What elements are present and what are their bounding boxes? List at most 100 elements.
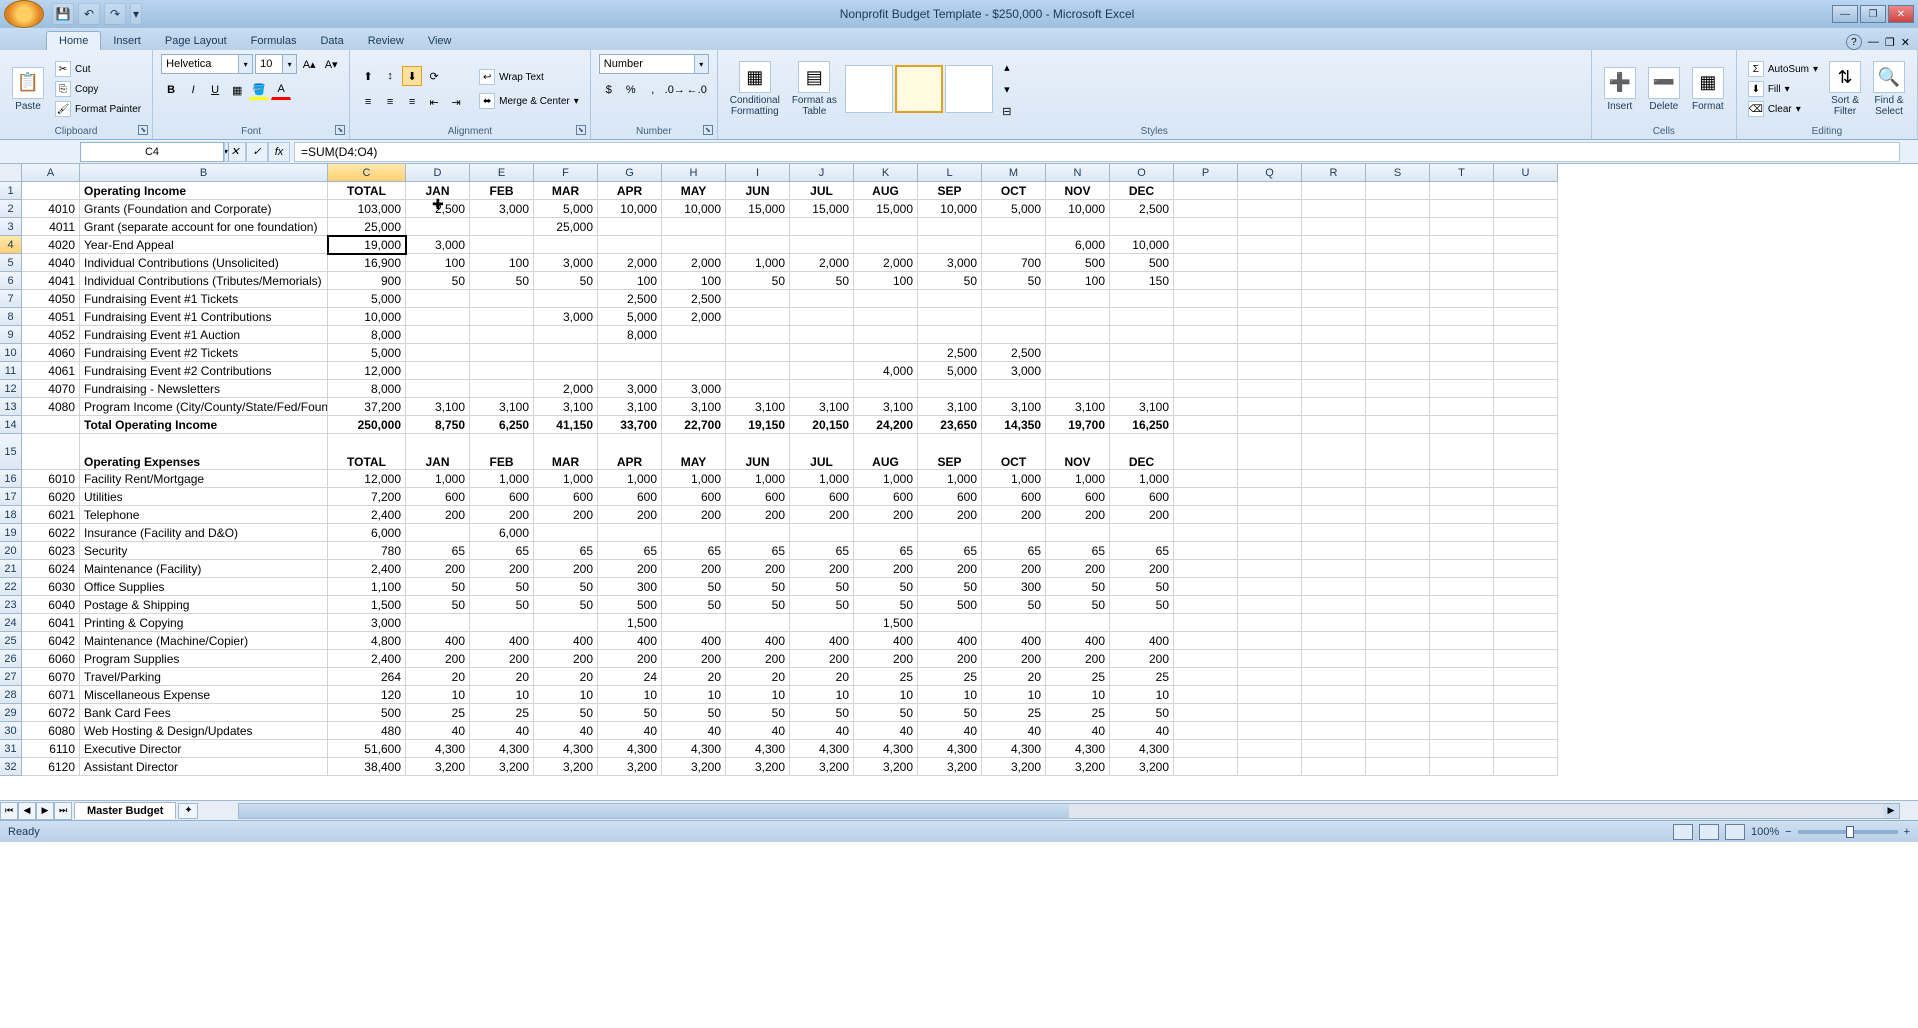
cell[interactable] — [854, 290, 918, 308]
cell[interactable] — [982, 380, 1046, 398]
cell[interactable]: 200 — [1046, 506, 1110, 524]
cell[interactable]: 3,000 — [328, 614, 406, 632]
cell[interactable]: 4,300 — [790, 740, 854, 758]
cell[interactable]: FEB — [470, 434, 534, 470]
cell[interactable] — [1302, 686, 1366, 704]
cell[interactable] — [1494, 434, 1558, 470]
scroll-right-icon[interactable]: ▶ — [1883, 804, 1899, 818]
cell[interactable] — [854, 524, 918, 542]
tab-review[interactable]: Review — [356, 32, 416, 50]
chevron-down-icon[interactable]: ▾ — [1785, 84, 1790, 95]
cell[interactable]: 25,000 — [328, 218, 406, 236]
cell[interactable]: 3,000 — [534, 308, 598, 326]
cell[interactable] — [726, 308, 790, 326]
row-header[interactable]: 9 — [0, 326, 22, 344]
cell[interactable] — [1174, 704, 1238, 722]
cell[interactable] — [1430, 506, 1494, 524]
cell[interactable]: 3,200 — [1046, 758, 1110, 776]
cell[interactable] — [1430, 686, 1494, 704]
cell[interactable]: 1,000 — [854, 470, 918, 488]
cell[interactable]: 500 — [328, 704, 406, 722]
cell[interactable] — [1366, 596, 1430, 614]
cell[interactable]: 200 — [982, 506, 1046, 524]
cell[interactable] — [1302, 506, 1366, 524]
cell[interactable] — [1238, 272, 1302, 290]
cell[interactable]: 2,000 — [790, 254, 854, 272]
cell[interactable]: 20 — [534, 668, 598, 686]
decrease-indent-icon[interactable]: ⇤ — [424, 92, 444, 112]
underline-button[interactable]: U — [205, 80, 225, 100]
cell[interactable]: 40 — [1046, 722, 1110, 740]
cell[interactable]: 200 — [534, 560, 598, 578]
column-header[interactable]: U — [1494, 164, 1558, 182]
row-header[interactable]: 23 — [0, 596, 22, 614]
cell[interactable]: 4,000 — [854, 362, 918, 380]
cell[interactable] — [1302, 488, 1366, 506]
cell[interactable] — [1302, 290, 1366, 308]
cell[interactable]: 100 — [598, 272, 662, 290]
cell[interactable]: MAY — [662, 182, 726, 200]
cell[interactable]: 7,200 — [328, 488, 406, 506]
cell[interactable] — [1110, 524, 1174, 542]
style-swatch[interactable] — [945, 65, 993, 113]
cell[interactable]: 4,300 — [854, 740, 918, 758]
cell[interactable]: 600 — [406, 488, 470, 506]
cell[interactable]: 51,600 — [328, 740, 406, 758]
cell[interactable] — [470, 362, 534, 380]
cell[interactable]: Executive Director — [80, 740, 328, 758]
cell[interactable]: 4,300 — [726, 740, 790, 758]
cell[interactable] — [1046, 362, 1110, 380]
cell[interactable] — [1302, 434, 1366, 470]
cell[interactable] — [470, 326, 534, 344]
row-header[interactable]: 27 — [0, 668, 22, 686]
cell[interactable] — [534, 362, 598, 380]
sort-filter-button[interactable]: ⇅Sort & Filter — [1825, 59, 1865, 119]
cell[interactable] — [1430, 362, 1494, 380]
cell[interactable]: 65 — [982, 542, 1046, 560]
cell[interactable] — [1174, 362, 1238, 380]
cell[interactable] — [1430, 542, 1494, 560]
normal-view-icon[interactable] — [1673, 824, 1693, 840]
row-header[interactable]: 30 — [0, 722, 22, 740]
cell[interactable] — [1174, 740, 1238, 758]
cell[interactable]: 2,000 — [662, 308, 726, 326]
gallery-down-icon[interactable]: ▾ — [997, 79, 1017, 99]
cell[interactable] — [1494, 416, 1558, 434]
cell[interactable] — [1302, 272, 1366, 290]
row-header[interactable]: 14 — [0, 416, 22, 434]
cell[interactable]: 600 — [470, 488, 534, 506]
cell[interactable] — [1366, 200, 1430, 218]
cell[interactable] — [1366, 434, 1430, 470]
cell[interactable] — [1430, 344, 1494, 362]
cell[interactable]: 6024 — [22, 560, 80, 578]
column-header[interactable]: B — [80, 164, 328, 182]
cell[interactable] — [1430, 740, 1494, 758]
cell[interactable]: 20,150 — [790, 416, 854, 434]
name-box[interactable]: ▾ — [80, 142, 220, 162]
cell[interactable] — [470, 290, 534, 308]
column-header[interactable]: T — [1430, 164, 1494, 182]
cell[interactable]: 200 — [470, 650, 534, 668]
cell[interactable]: 65 — [662, 542, 726, 560]
cell[interactable] — [1494, 632, 1558, 650]
cell[interactable]: 50 — [918, 272, 982, 290]
cell[interactable] — [1302, 596, 1366, 614]
qat-dropdown-icon[interactable]: ▾ — [130, 3, 142, 25]
cell[interactable]: 8,000 — [328, 380, 406, 398]
cell[interactable] — [470, 218, 534, 236]
cell[interactable] — [470, 236, 534, 254]
font-color-button[interactable]: A — [271, 80, 291, 100]
cell[interactable] — [1302, 704, 1366, 722]
cell[interactable] — [1302, 524, 1366, 542]
ribbon-minimize-icon[interactable]: — — [1868, 36, 1879, 48]
cell[interactable] — [918, 326, 982, 344]
cell[interactable]: 50 — [534, 704, 598, 722]
cell[interactable]: 25 — [1046, 668, 1110, 686]
cell[interactable]: 3,200 — [1110, 758, 1174, 776]
cell[interactable]: 2,500 — [662, 290, 726, 308]
cell[interactable] — [1302, 254, 1366, 272]
cell[interactable] — [534, 344, 598, 362]
cell[interactable] — [1238, 542, 1302, 560]
cell[interactable]: 4011 — [22, 218, 80, 236]
row-header[interactable]: 29 — [0, 704, 22, 722]
